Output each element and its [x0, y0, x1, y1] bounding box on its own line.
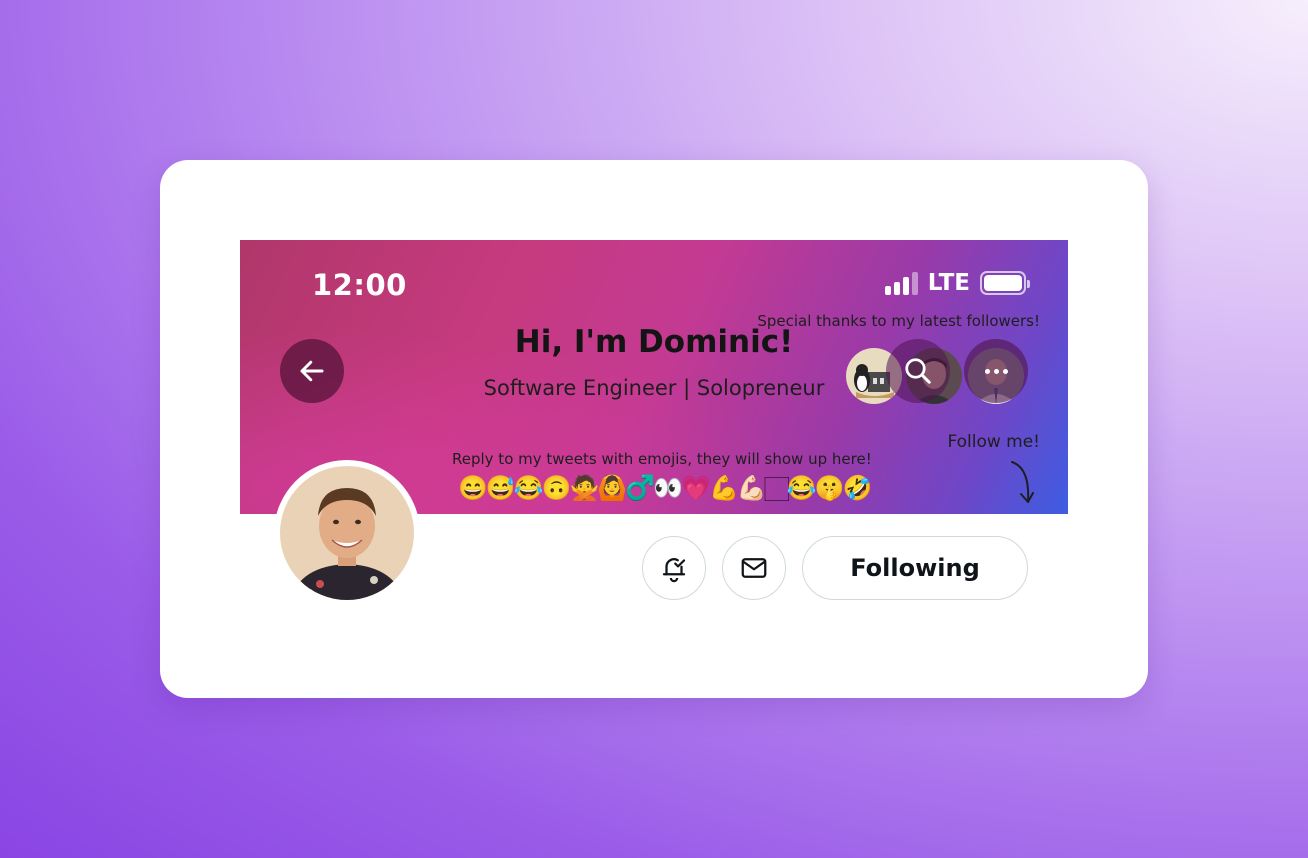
profile-photo: [280, 466, 414, 600]
following-button[interactable]: Following: [802, 536, 1028, 600]
profile-card: 12:00 LTE Hi, I'm Dominic! Software Engi…: [160, 160, 1148, 698]
signal-icon: [884, 271, 918, 295]
more-horizontal-icon: [984, 368, 990, 374]
network-label: LTE: [927, 270, 970, 296]
message-button[interactable]: [722, 536, 786, 600]
more-button[interactable]: [964, 339, 1028, 403]
emoji-reply-note: Reply to my tweets with emojis, they wil…: [452, 450, 872, 468]
arrow-doodle-icon: [1011, 461, 1034, 503]
profile-avatar[interactable]: [274, 460, 420, 606]
search-icon: [905, 358, 931, 384]
status-clock: 12:00: [312, 268, 407, 302]
battery-icon: [980, 271, 1030, 295]
search-button[interactable]: [886, 339, 950, 403]
arrow-left-icon: [300, 360, 324, 382]
bell-check-icon: [662, 558, 686, 583]
follow-me-note: Follow me!: [947, 432, 1040, 452]
envelope-icon: [741, 558, 767, 578]
notifications-button[interactable]: [642, 536, 706, 600]
status-bar: LTE: [884, 270, 1030, 296]
emoji-reactions: 😄😅😂🙃🙅🙆♂️👀💗💪💪🏻🏻😂🤫🤣: [458, 475, 872, 502]
back-button[interactable]: [280, 339, 344, 403]
followers-thanks-note: Special thanks to my latest followers!: [757, 312, 1040, 330]
